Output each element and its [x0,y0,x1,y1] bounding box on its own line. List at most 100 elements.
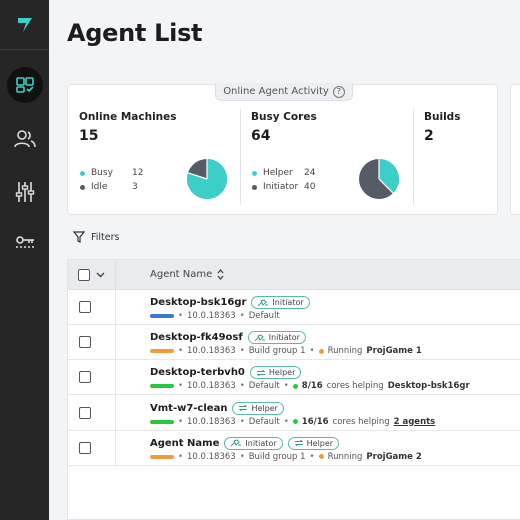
filters-label: Filters [91,231,120,243]
agent-name[interactable]: Desktop-fk49osf [150,332,243,343]
table-row[interactable]: Desktop-bsk16gr Initiator • 10.0.18363 • Defa… [68,290,520,325]
sort-icon[interactable] [217,269,224,280]
status-text: cores helping [326,381,384,392]
table-row[interactable]: Agent Name Initiator Helper • 10.0.18363 • Bui… [68,431,520,466]
agent-name-column-header[interactable]: Agent Name [150,269,224,280]
row-checkbox[interactable] [79,336,91,349]
filters-button[interactable]: Filters [73,231,119,243]
initiator-dot [252,184,257,190]
table-row[interactable]: Desktop-fk49osf Initiator • 10.0.18363 • Buil… [68,325,520,361]
role-badge-initiator: Initiator [251,296,310,309]
key-icon [15,236,34,248]
separator-dot: • [178,451,184,462]
role-badge-initiator: Initiator [247,331,306,345]
separator-dot: • [239,311,245,321]
users-icon [13,130,36,148]
helping-agents-link[interactable]: 2 agents [394,417,436,427]
row-checkbox[interactable] [79,406,91,419]
agent-version: 10.0.18363 [187,311,236,321]
sidebar-item-users[interactable] [0,119,49,159]
row-checkbox[interactable] [79,371,91,384]
agent-name[interactable]: Desktop-terbvh0 [150,367,245,378]
legend-initiator-label: Initiator [263,182,299,192]
legend-busy-label: Busy [91,168,113,178]
status-text: Running [327,451,363,462]
role-badge-label: Initiator [268,333,300,343]
agent-details: • 10.0.18363 • Default [150,311,280,321]
online-machines-title: Online Machines [79,111,177,123]
idle-dot [80,184,85,190]
row-checkbox[interactable] [79,441,91,454]
agent-name-cell: Desktop-bsk16gr Initiator [150,296,310,309]
busy-cores-value: 64 [251,128,271,144]
main-content: Agent List Online Machines 15 Busy 12 Id… [49,0,520,520]
info-icon[interactable]: ? [332,85,345,98]
legend-initiator: Initiator 40 [252,182,315,192]
select-all-checkbox[interactable] [78,269,90,281]
agent-name-cell: Agent Name Initiator Helper [150,436,340,450]
status-dot [318,454,324,460]
separator-dot: • [283,381,289,392]
legend-helper-value: 24 [304,168,316,178]
role-badge-label: Helper [306,438,334,448]
chevron-down-icon[interactable] [96,272,105,278]
role-badge-helper: Helper [249,366,302,380]
select-all[interactable] [78,269,105,281]
table-row[interactable]: Vmt-w7-clean Helper • 10.0.18363 • Default • 16… [68,396,520,431]
status-text: 8/16 [301,381,323,392]
agent-status-bar [150,314,174,318]
activity-tab-label: Online Agent Activity [223,86,329,97]
agent-details: • 10.0.18363 • Build group 1 • Running ProjGam… [150,346,422,356]
role-badge-helper: Helper [287,436,340,450]
busy-dot [80,170,85,176]
agent-status-bar [150,454,174,459]
column-separator [115,260,116,290]
separator-dot: • [239,416,245,427]
agent-name-header-label: Agent Name [150,269,213,280]
agent-name[interactable]: Vmt-w7-clean [150,403,227,414]
agent-status-bar [150,384,174,389]
sidebar-item-keys[interactable] [0,222,49,262]
legend-helper-label: Helper [263,168,293,178]
sidebar-item-settings[interactable] [0,172,49,212]
helper-icon [256,369,266,377]
agent-group: Build group 1 [248,346,306,357]
agent-version: 10.0.18363 [187,451,236,462]
agent-version: 10.0.18363 [187,346,236,357]
separator-dot: • [178,416,184,427]
initiator-icon [231,439,242,447]
role-badge-label: Initiator [272,298,304,307]
agent-name[interactable]: Agent Name [150,438,219,449]
separator-dot: • [239,381,245,392]
brand-logo-icon[interactable] [0,0,49,50]
legend-idle-value: 3 [132,182,138,192]
agent-name-cell: Vmt-w7-clean Helper [150,401,284,415]
agent-name-cell: Desktop-terbvh0 Helper [150,366,302,380]
status-text: ProjGame 2 [366,451,422,462]
separator-dot: • [283,416,289,427]
status-text: 16/16 [301,416,329,427]
sliders-icon [15,182,34,202]
agent-name-cell: Desktop-fk49osf Initiator [150,331,306,345]
status-text: Running [327,346,363,357]
helper-icon [239,404,248,412]
role-badge-label: Helper [251,403,278,413]
secondary-card [510,84,520,215]
separator-dot: • [178,381,184,392]
row-checkbox[interactable] [79,301,91,313]
busy-cores-block: Busy Cores 64 Helper 24 Initiator 40 [240,85,412,214]
online-machines-block: Online Machines 15 Busy 12 Idle 3 [68,85,240,214]
machines-pie-chart [187,159,227,199]
online-agent-activity-tab[interactable]: Online Agent Activity ? [215,83,353,101]
legend-initiator-value: 40 [304,182,316,192]
status-dot [292,419,298,425]
legend-busy: Busy 12 [80,168,143,178]
agents-icon [15,77,34,93]
agent-group: Default [248,381,280,392]
separator-dot: • [309,346,315,357]
helper-dot [252,170,257,176]
agent-details: • 10.0.18363 • Default • 16/16 cores helping 2 … [150,417,435,427]
agent-name[interactable]: Desktop-bsk16gr [150,297,246,308]
sidebar-item-agents[interactable] [0,65,49,105]
table-row[interactable]: Desktop-terbvh0 Helper • 10.0.18363 • Default… [68,360,520,396]
